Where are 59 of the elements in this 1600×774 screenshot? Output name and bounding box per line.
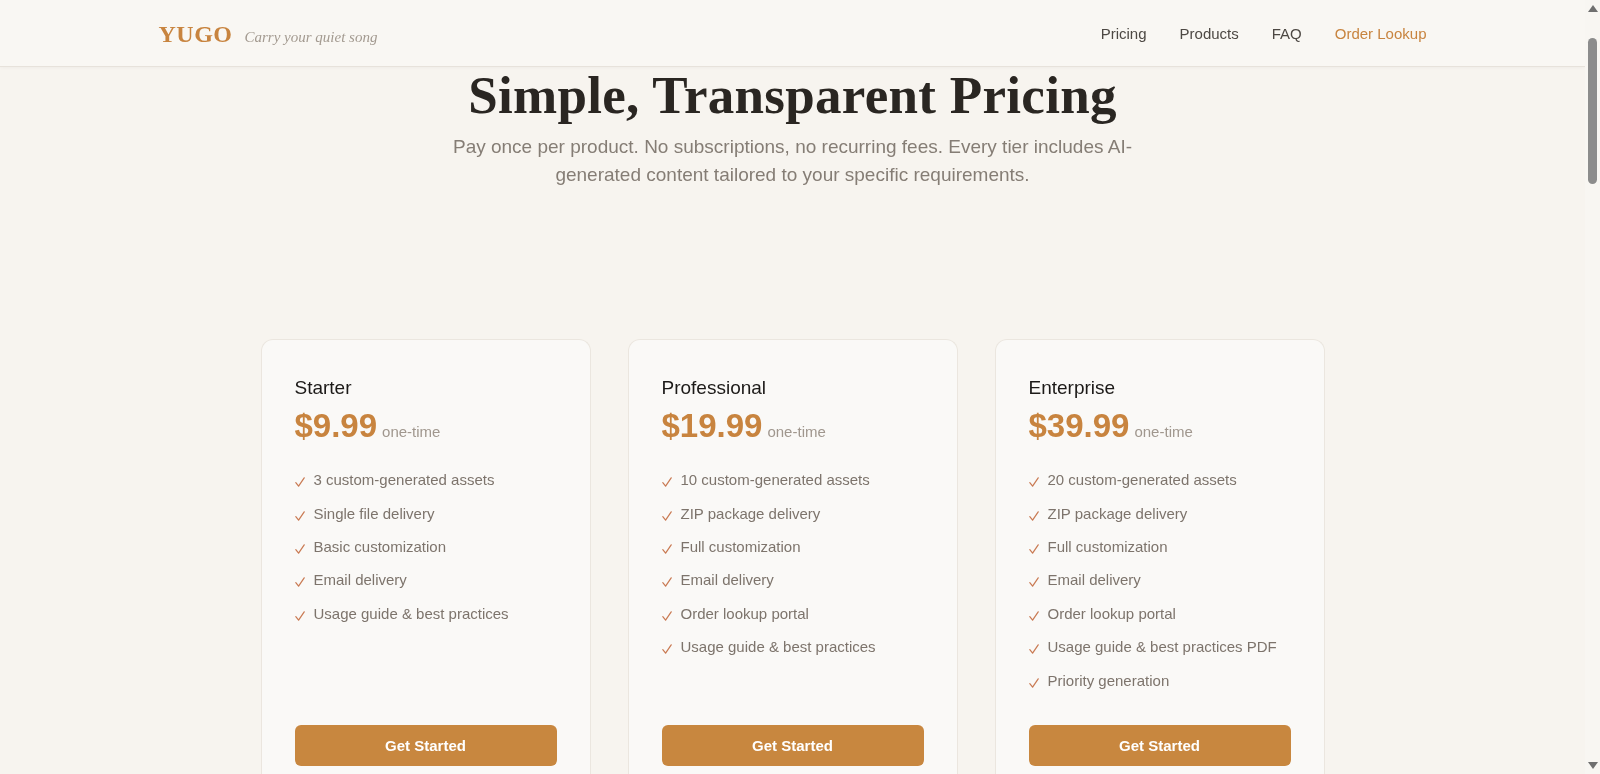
check-icon (661, 644, 672, 655)
scroll-up-icon[interactable] (1587, 5, 1598, 12)
get-started-button[interactable]: Get Started (1028, 725, 1291, 766)
feature-text: Full customization (1047, 537, 1168, 555)
price-term: one-time (382, 423, 441, 440)
feature-text: ZIP package delivery (680, 504, 821, 522)
nav-link[interactable]: Pricing (1100, 24, 1147, 42)
tagline: Carry your quiet song (244, 28, 378, 46)
check-icon (1028, 543, 1039, 554)
feature-text: Email delivery (680, 571, 774, 589)
plan-price: $39.99 (1028, 406, 1130, 446)
feature-text: Order lookup portal (1047, 604, 1176, 622)
scrollbar-thumb[interactable] (1588, 38, 1597, 184)
check-icon (661, 577, 672, 588)
check-icon (661, 477, 672, 488)
check-icon (661, 543, 672, 554)
plan-name: Enterprise (1028, 376, 1117, 400)
feature-text: Order lookup portal (680, 604, 809, 622)
plan-price: $9.99 (294, 406, 378, 446)
check-icon (1028, 644, 1039, 655)
get-started-button[interactable]: Get Started (294, 725, 557, 766)
feature-text: Usage guide & best practices (313, 604, 509, 622)
feature-text: Usage guide & best practices PDF (1047, 638, 1277, 656)
get-started-button[interactable]: Get Started (661, 725, 924, 766)
page-subtitle: Pay once per product. No subscriptions, no recurring fees. Every tier includes AI-generated content tailored to your specific requirements. (451, 135, 1133, 187)
check-icon (294, 610, 305, 621)
feature-text: ZIP package delivery (1047, 504, 1188, 522)
price-term: one-time (1134, 423, 1193, 440)
check-icon (1028, 610, 1039, 621)
price-term: one-time (767, 423, 826, 440)
check-icon (1028, 677, 1039, 688)
feature-text: Email delivery (313, 571, 407, 589)
check-icon (294, 510, 305, 521)
feature-text: Basic customization (313, 537, 447, 555)
feature-text: Single file delivery (313, 504, 435, 522)
check-icon (661, 510, 672, 521)
scroll-down-icon[interactable] (1587, 762, 1598, 769)
check-icon (1028, 510, 1039, 521)
check-icon (1028, 577, 1039, 588)
check-icon (294, 543, 305, 554)
feature-text: 10 custom-generated assets (680, 471, 870, 489)
nav-link[interactable]: FAQ (1271, 24, 1302, 42)
check-icon (1028, 477, 1039, 488)
feature-text: Priority generation (1047, 671, 1170, 689)
check-icon (294, 477, 305, 488)
nav-link[interactable]: Order Lookup (1334, 24, 1427, 42)
check-icon (294, 577, 305, 588)
plan-price: $19.99 (661, 406, 763, 446)
feature-text: Usage guide & best practices (680, 638, 876, 656)
feature-text: Full customization (680, 537, 801, 555)
nav-link[interactable]: Products (1179, 24, 1239, 42)
feature-text: Email delivery (1047, 571, 1141, 589)
logo-text[interactable]: YUGO (158, 20, 233, 48)
page-title: Simple, Transparent Pricing (468, 67, 1117, 123)
feature-text: 3 custom-generated assets (313, 471, 495, 489)
feature-text: 20 custom-generated assets (1047, 471, 1237, 489)
plan-name: Professional (661, 376, 768, 400)
check-icon (661, 610, 672, 621)
plan-name: Starter (294, 376, 353, 400)
